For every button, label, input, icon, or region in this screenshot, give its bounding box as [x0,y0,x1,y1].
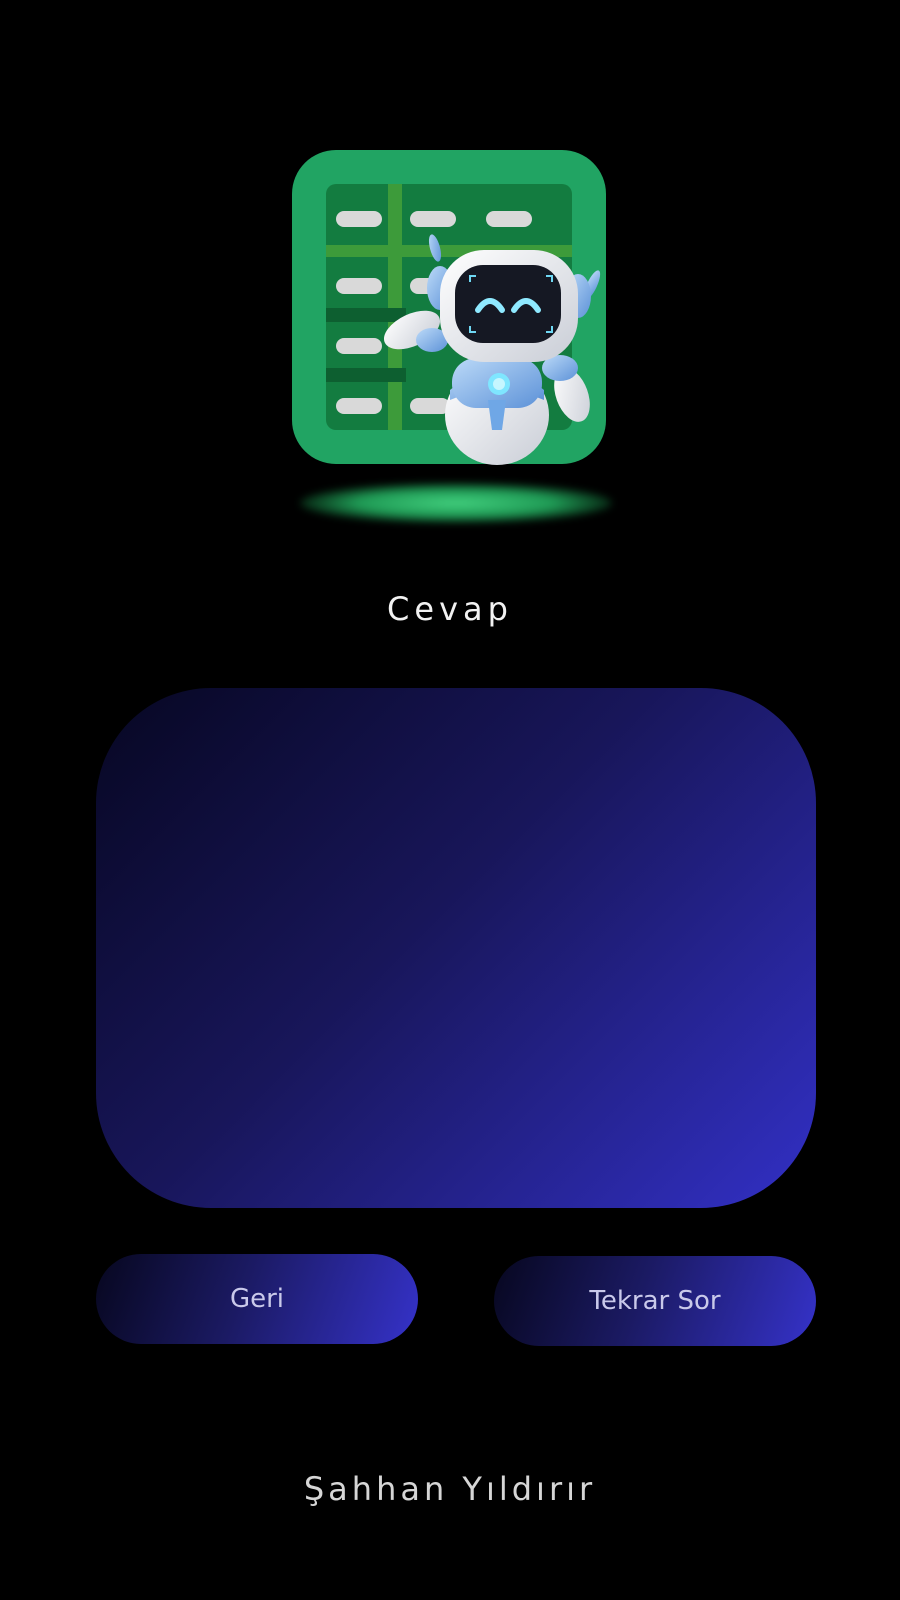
back-button-label: Geri [229,1284,285,1314]
answer-panel [96,688,816,1208]
back-button[interactable]: Geri [96,1254,418,1344]
page-title: Cevap [387,590,513,628]
ask-again-button[interactable]: Tekrar Sor [494,1256,816,1346]
logo-glow [300,483,612,523]
ask-again-button-label: Tekrar Sor [589,1286,721,1316]
answer-screen: Cevap Geri Tekrar Sor Şahhan Yıldırır [0,0,900,1600]
spreadsheet-robot-icon [292,150,608,465]
author-credit: Şahhan Yıldırır [303,1470,597,1508]
